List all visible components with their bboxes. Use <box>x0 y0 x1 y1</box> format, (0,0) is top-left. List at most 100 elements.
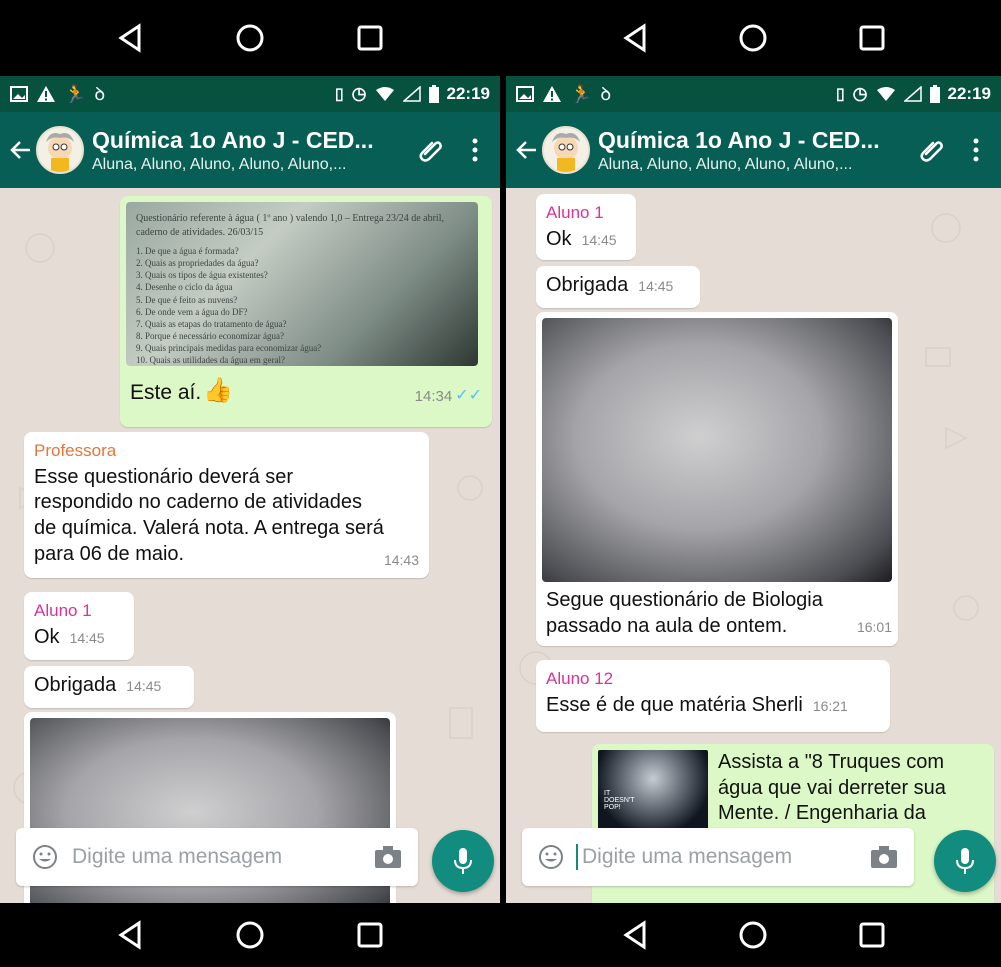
message-text: Ok <box>34 625 60 648</box>
back-nav-icon[interactable] <box>110 915 150 955</box>
message-text: Esse é de que matéria Sherli <box>546 693 803 716</box>
warning-icon <box>37 86 55 102</box>
input-placeholder[interactable]: Digite uma mensagem <box>582 845 870 869</box>
message-text: Esse questionário deverá ser respondido … <box>34 465 384 565</box>
received-message-aluno12[interactable]: Aluno 12 Esse é de que matéria Sherli 16:… <box>536 660 890 732</box>
wifi-icon <box>876 87 895 101</box>
message-text: Obrigada <box>34 674 117 696</box>
signal-icon <box>903 86 922 102</box>
clock-time: 22:19 <box>947 84 991 103</box>
image-caption: Segue questionário de Biologia passado n… <box>546 589 823 637</box>
message-text: Ok <box>546 227 572 250</box>
fitness-icon: 🏃 <box>64 83 87 104</box>
message-time: 14:43 <box>383 552 419 569</box>
sender-name[interactable]: Aluno 1 <box>546 202 626 224</box>
message-time: 14:45 <box>638 278 674 294</box>
received-message-obrigada[interactable]: Obrigada 14:45 <box>24 666 194 708</box>
home-nav-icon[interactable] <box>733 915 773 955</box>
fitness-icon: 🏃 <box>570 83 593 104</box>
mic-button[interactable] <box>432 830 494 892</box>
wifi-icon <box>375 87 394 101</box>
recents-nav-icon[interactable] <box>852 915 892 955</box>
message-input-bar: Digite uma mensagem <box>506 822 1001 903</box>
top-navigation-bar <box>0 0 500 76</box>
mic-icon <box>956 848 974 874</box>
chat-title[interactable]: Química 1o Ano J - CED... <box>598 127 903 154</box>
sender-name[interactable]: Aluno 1 <box>34 600 124 622</box>
bottom-navigation-bar <box>0 903 500 967</box>
message-input[interactable]: Digite uma mensagem <box>522 828 914 886</box>
home-nav-icon[interactable] <box>230 18 270 58</box>
menu-icon[interactable] <box>961 135 991 165</box>
menu-icon[interactable] <box>460 135 490 165</box>
message-input[interactable]: Digite uma mensagem <box>16 828 418 886</box>
sender-name[interactable]: Professora <box>34 440 419 462</box>
read-ticks-icon: ✓✓ <box>455 387 482 405</box>
image-notification-icon <box>516 86 534 102</box>
vibrate-icon: ▯ <box>334 86 344 103</box>
emoji-icon[interactable] <box>32 844 58 870</box>
mic-button[interactable] <box>934 830 996 892</box>
text-cursor <box>576 844 578 870</box>
home-nav-icon[interactable] <box>733 18 773 58</box>
recents-nav-icon[interactable] <box>350 915 390 955</box>
mic-icon <box>454 848 472 874</box>
sender-name[interactable]: Aluno 12 <box>546 668 880 690</box>
received-message-aluno1[interactable]: Aluno 1 Ok 14:45 <box>536 194 636 260</box>
received-message-obrigada[interactable]: Obrigada 14:45 <box>536 266 700 308</box>
attach-icon[interactable] <box>917 135 947 165</box>
blurred-photo[interactable] <box>542 318 892 582</box>
recents-nav-icon[interactable] <box>852 18 892 58</box>
emoji-icon[interactable] <box>538 844 564 870</box>
received-message-aluno1[interactable]: Aluno 1 Ok 14:45 <box>24 592 134 660</box>
camera-icon[interactable] <box>870 845 898 869</box>
status-bar: 🏃 ꝺ ▯ ◷ 22:19 <box>506 76 1001 112</box>
thumbnail-label: IT DOESN'T POP! <box>604 790 635 811</box>
message-time: 14:34 <box>414 387 453 405</box>
message-time: 14:45 <box>126 678 162 694</box>
chat-area[interactable]: Aluno 1 Ok 14:45 Obrigada 14:45 Segue ques… <box>506 188 1001 903</box>
accessibility-icon: ꝺ <box>600 84 612 104</box>
message-input-bar: Digite uma mensagem <box>0 822 500 903</box>
chat-participants[interactable]: Aluna, Aluno, Aluno, Aluno, Aluno,... <box>92 156 402 174</box>
message-time: 16:21 <box>812 697 848 714</box>
attach-icon[interactable] <box>416 135 446 165</box>
received-image-message[interactable]: Segue questionário de Biologia passado n… <box>536 312 898 646</box>
chat-area[interactable]: Questionário referente à água ( 1º ano )… <box>0 188 500 903</box>
group-avatar[interactable] <box>36 126 84 174</box>
chat-header: Química 1o Ano J - CED... Aluna, Aluno, … <box>0 112 500 188</box>
warning-icon <box>543 86 561 102</box>
message-time: 14:45 <box>69 629 105 646</box>
message-text: Obrigada <box>546 274 629 296</box>
status-bar: 🏃 ꝺ ▯ ◷ 22:19 <box>0 76 500 112</box>
top-navigation-bar <box>506 0 1001 76</box>
chat-participants[interactable]: Aluna, Aluno, Aluno, Aluno, Aluno,... <box>598 156 903 174</box>
recents-nav-icon[interactable] <box>350 18 390 58</box>
chat-header: Química 1o Ano J - CED... Aluna, Aluno, … <box>506 112 1001 188</box>
accessibility-icon: ꝺ <box>94 84 106 104</box>
back-nav-icon[interactable] <box>110 18 150 58</box>
input-placeholder[interactable]: Digite uma mensagem <box>72 845 374 869</box>
back-nav-icon[interactable] <box>615 18 655 58</box>
back-arrow-icon[interactable] <box>516 139 538 161</box>
battery-icon <box>929 85 940 103</box>
questionnaire-photo[interactable]: Questionário referente à água ( 1º ano )… <box>126 202 478 366</box>
chat-title[interactable]: Química 1o Ano J - CED... <box>92 127 402 154</box>
message-time: 14:45 <box>581 231 617 248</box>
clock-time: 22:19 <box>446 84 490 103</box>
received-message-professora[interactable]: Professora Esse questionário deverá ser … <box>24 432 429 578</box>
phone-screen-right: 🏃 ꝺ ▯ ◷ 22:19 Química 1o Ano J - CED... … <box>506 0 1001 967</box>
sent-image-message[interactable]: Questionário referente à água ( 1º ano )… <box>120 196 492 427</box>
thumbs-up-icon: 👍 <box>203 377 234 404</box>
video-thumbnail[interactable]: IT DOESN'T POP! <box>598 750 708 832</box>
alarm-icon: ◷ <box>351 84 367 103</box>
vibrate-icon: ▯ <box>835 86 845 103</box>
camera-icon[interactable] <box>374 845 402 869</box>
back-arrow-icon[interactable] <box>10 139 32 161</box>
image-notification-icon <box>10 86 28 102</box>
home-nav-icon[interactable] <box>230 915 270 955</box>
signal-icon <box>402 86 421 102</box>
bottom-navigation-bar <box>506 903 1001 967</box>
back-nav-icon[interactable] <box>615 915 655 955</box>
group-avatar[interactable] <box>542 126 590 174</box>
